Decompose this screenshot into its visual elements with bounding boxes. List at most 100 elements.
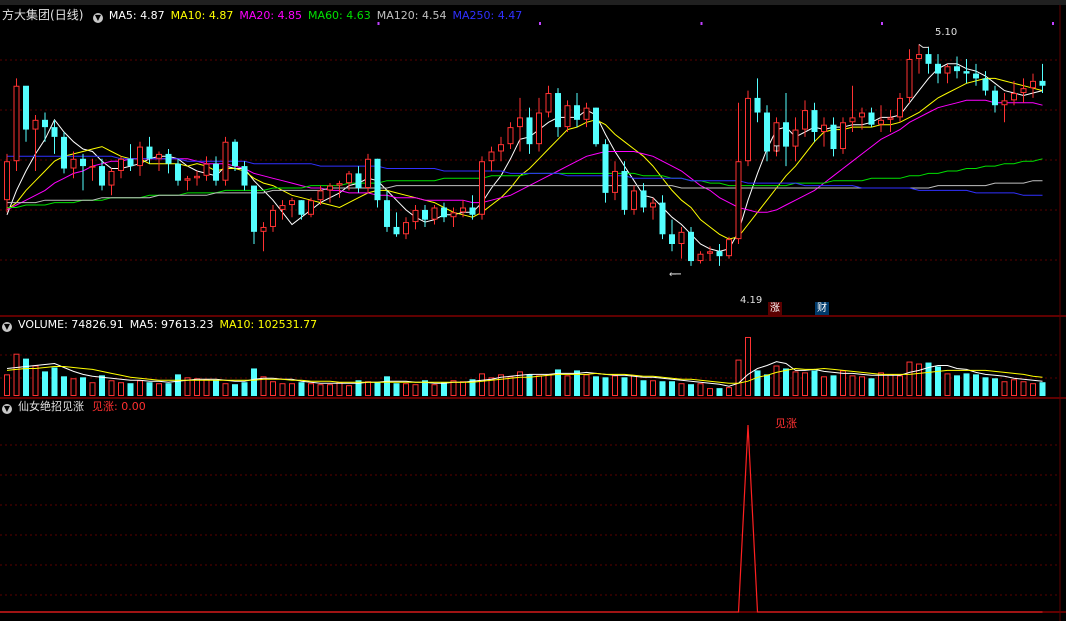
volume-bar[interactable] [954, 375, 960, 396]
candle-body[interactable] [118, 158, 124, 171]
candle-body[interactable] [678, 231, 685, 244]
candle-body[interactable] [754, 97, 761, 113]
candle-body[interactable] [441, 207, 447, 218]
candle-body[interactable] [384, 200, 390, 227]
volume-bar[interactable] [678, 383, 685, 397]
top-menu-strip[interactable] [0, 0, 1066, 5]
volume-bar[interactable] [792, 371, 799, 397]
candle-body[interactable] [289, 200, 295, 206]
candle-body[interactable] [13, 85, 20, 162]
volume-bar[interactable] [612, 375, 618, 397]
volume-bar[interactable] [336, 382, 343, 396]
volume-bar[interactable] [89, 382, 96, 396]
candle-body[interactable] [821, 124, 827, 133]
candle-body[interactable] [355, 173, 362, 188]
candle-body[interactable] [517, 117, 523, 128]
candle-body[interactable] [146, 146, 153, 159]
volume-bar[interactable] [146, 382, 153, 396]
candle-body[interactable] [783, 122, 789, 147]
candle-body[interactable] [802, 110, 808, 130]
volume-bar[interactable] [802, 372, 808, 396]
candle-body[interactable] [1020, 88, 1027, 94]
candle-body[interactable] [621, 170, 628, 210]
volume-bar[interactable] [840, 370, 846, 396]
candle-body[interactable] [726, 239, 732, 257]
volume-bars[interactable] [4, 336, 1046, 397]
candle-body[interactable] [89, 166, 96, 168]
volume-bar[interactable] [887, 374, 894, 396]
candle-body[interactable] [897, 97, 903, 118]
candle-body[interactable] [184, 178, 191, 181]
volume-bar[interactable] [593, 376, 599, 396]
candle-body[interactable] [393, 226, 400, 235]
candle-body[interactable] [308, 200, 314, 215]
volume-bar[interactable] [70, 378, 77, 396]
stock-name[interactable]: 方大集团 [2, 8, 50, 22]
volume-bar[interactable] [479, 373, 485, 397]
candle-body[interactable] [412, 209, 419, 223]
candle-body[interactable] [916, 54, 922, 59]
volume-bar[interactable] [545, 374, 552, 396]
candle-body[interactable] [716, 251, 723, 257]
candle-body[interactable] [403, 222, 409, 235]
volume-bar[interactable] [61, 376, 67, 396]
volume-bar[interactable] [374, 382, 381, 396]
volume-bar[interactable] [99, 375, 105, 396]
candle-body[interactable] [61, 136, 67, 169]
volume-bar[interactable] [669, 381, 675, 396]
candle-body[interactable] [887, 117, 894, 120]
volume-bar[interactable] [4, 374, 10, 396]
volume-bar[interactable] [384, 376, 390, 396]
candle-body[interactable] [213, 163, 219, 181]
candle-body[interactable] [830, 124, 837, 150]
candle-body[interactable] [840, 122, 846, 150]
volume-bar[interactable] [279, 383, 286, 397]
volume-bar[interactable] [1039, 382, 1046, 396]
settings-icon[interactable]: ▼ [2, 322, 12, 332]
volume-bar[interactable] [536, 375, 542, 397]
candle-body[interactable] [23, 85, 29, 130]
volume-bar[interactable] [849, 375, 856, 397]
candle-body[interactable] [203, 163, 210, 176]
candle-body[interactable] [127, 158, 134, 167]
volume-bar[interactable] [213, 380, 219, 396]
candle-body[interactable] [498, 144, 504, 152]
candle-body[interactable] [260, 226, 267, 232]
candle-body[interactable] [241, 166, 248, 186]
volume-bar[interactable] [640, 380, 647, 396]
candle-body[interactable] [697, 253, 704, 262]
candle-body[interactable] [555, 93, 561, 128]
zhang-badge[interactable]: 涨 [768, 302, 782, 315]
volume-bar[interactable] [697, 383, 704, 397]
volume-bar[interactable] [982, 377, 989, 396]
candle-body[interactable] [1011, 93, 1017, 101]
candle-body[interactable] [669, 234, 675, 244]
volume-bar[interactable] [830, 375, 837, 396]
candle-body[interactable] [270, 209, 276, 227]
candle-body[interactable] [659, 202, 666, 235]
volume-bar[interactable] [203, 379, 210, 397]
volume-bar[interactable] [127, 383, 134, 396]
candle-body[interactable] [583, 107, 590, 120]
volume-bar[interactable] [108, 380, 115, 396]
candle-body[interactable] [707, 251, 713, 254]
candle-body[interactable] [982, 78, 989, 91]
volume-bar[interactable] [878, 372, 884, 396]
candle-body[interactable] [688, 231, 694, 262]
candle-body[interactable] [431, 207, 438, 220]
volume-bar[interactable] [1030, 383, 1036, 397]
candle-body[interactable] [374, 158, 381, 201]
candle-body[interactable] [944, 66, 951, 74]
volume-bar[interactable] [631, 375, 637, 397]
volume-bar[interactable] [507, 376, 514, 396]
candle-body[interactable] [51, 127, 58, 137]
volume-bar[interactable] [194, 378, 200, 396]
candle-body[interactable] [108, 170, 115, 186]
volume-bar[interactable] [42, 371, 48, 396]
volume-bar[interactable] [308, 383, 314, 397]
volume-bar[interactable] [944, 373, 951, 397]
candle-body[interactable] [32, 119, 39, 130]
volume-bar[interactable] [327, 384, 333, 396]
volume-bar[interactable] [222, 383, 229, 397]
cai-badge[interactable]: 财 [815, 302, 829, 315]
